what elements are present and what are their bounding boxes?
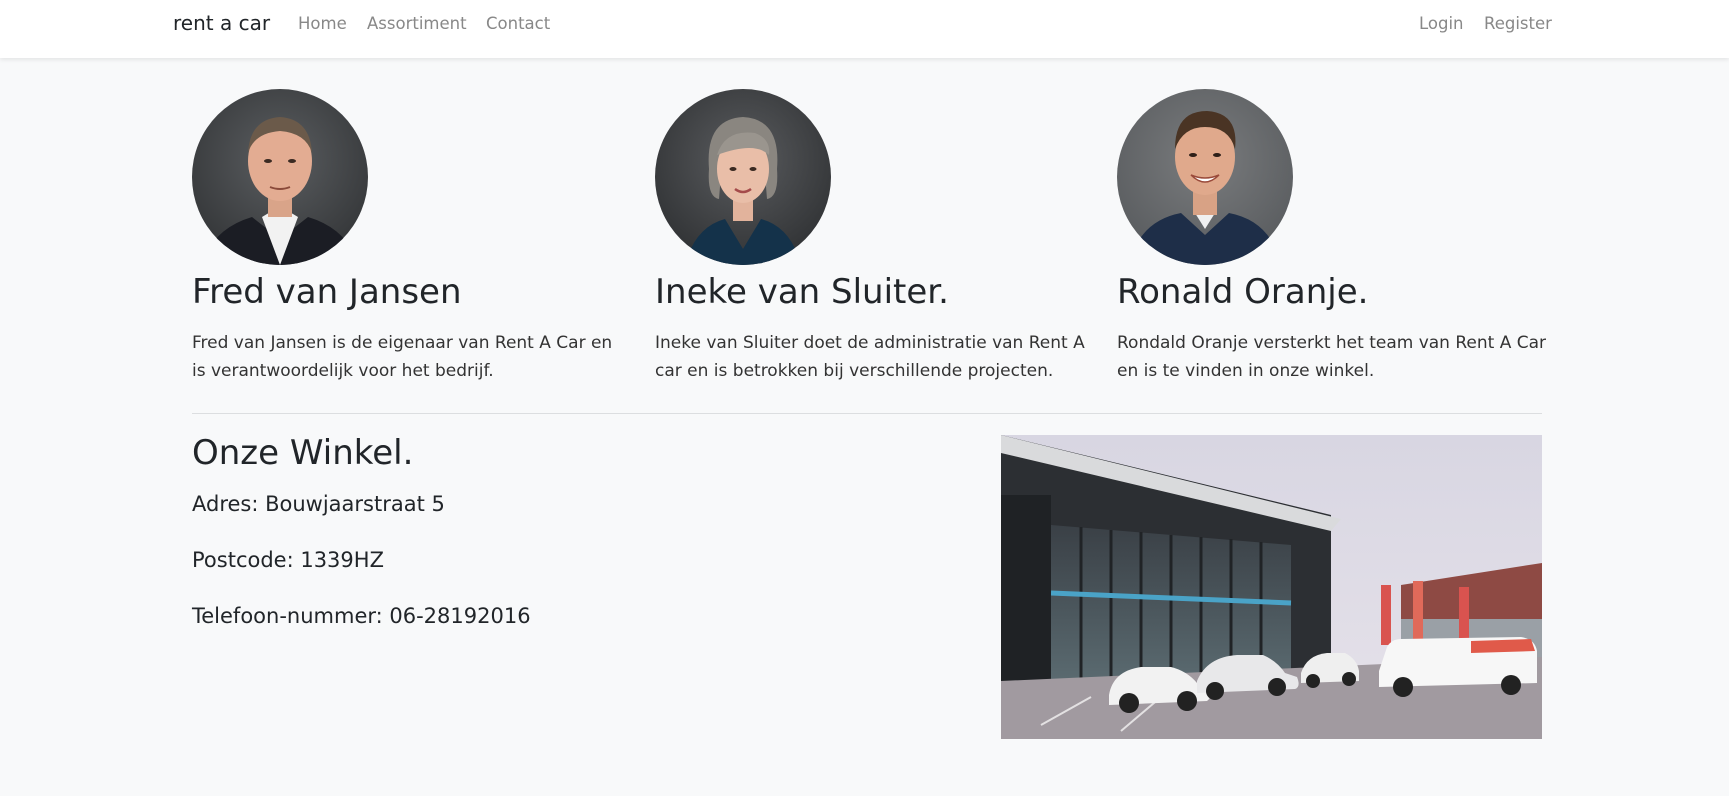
nav-contact-link[interactable]: Contact xyxy=(486,14,550,33)
avatar-ronald xyxy=(1117,89,1293,265)
avatar-fred xyxy=(192,89,368,265)
section-divider xyxy=(192,413,1542,414)
team-card-ineke: Ineke van Sluiter. Ineke van Sluiter doe… xyxy=(655,89,1085,385)
shop-phone: Telefoon-nummer: 06-28192016 xyxy=(192,604,531,628)
person-name: Ronald Oranje. xyxy=(1117,272,1369,312)
nav-assortiment-link[interactable]: Assortiment xyxy=(367,14,467,33)
person-name: Fred van Jansen xyxy=(192,272,462,312)
register-link[interactable]: Register xyxy=(1484,14,1552,33)
person-name: Ineke van Sluiter. xyxy=(655,272,949,312)
brand-link[interactable]: rent a car xyxy=(173,11,270,35)
avatar-ineke xyxy=(655,89,831,265)
team-card-fred: Fred van Jansen Fred van Jansen is de ei… xyxy=(192,89,622,385)
navbar: rent a car Home Assortiment Contact Logi… xyxy=(0,0,1729,58)
person-description: Fred van Jansen is de eigenaar van Rent … xyxy=(192,332,613,381)
team-card-ronald: Ronald Oranje. Rondald Oranje versterkt … xyxy=(1117,89,1547,385)
login-link[interactable]: Login xyxy=(1419,14,1464,33)
nav-home-link[interactable]: Home xyxy=(298,14,347,33)
shop-address: Adres: Bouwjaarstraat 5 xyxy=(192,492,445,516)
store-photo xyxy=(1001,435,1542,739)
person-description: Ineke van Sluiter doet de administratie … xyxy=(655,332,1085,381)
shop-postcode: Postcode: 1339HZ xyxy=(192,548,384,572)
person-description: Rondald Oranje versterkt het team van Re… xyxy=(1117,332,1547,381)
shop-title: Onze Winkel. xyxy=(192,433,414,473)
